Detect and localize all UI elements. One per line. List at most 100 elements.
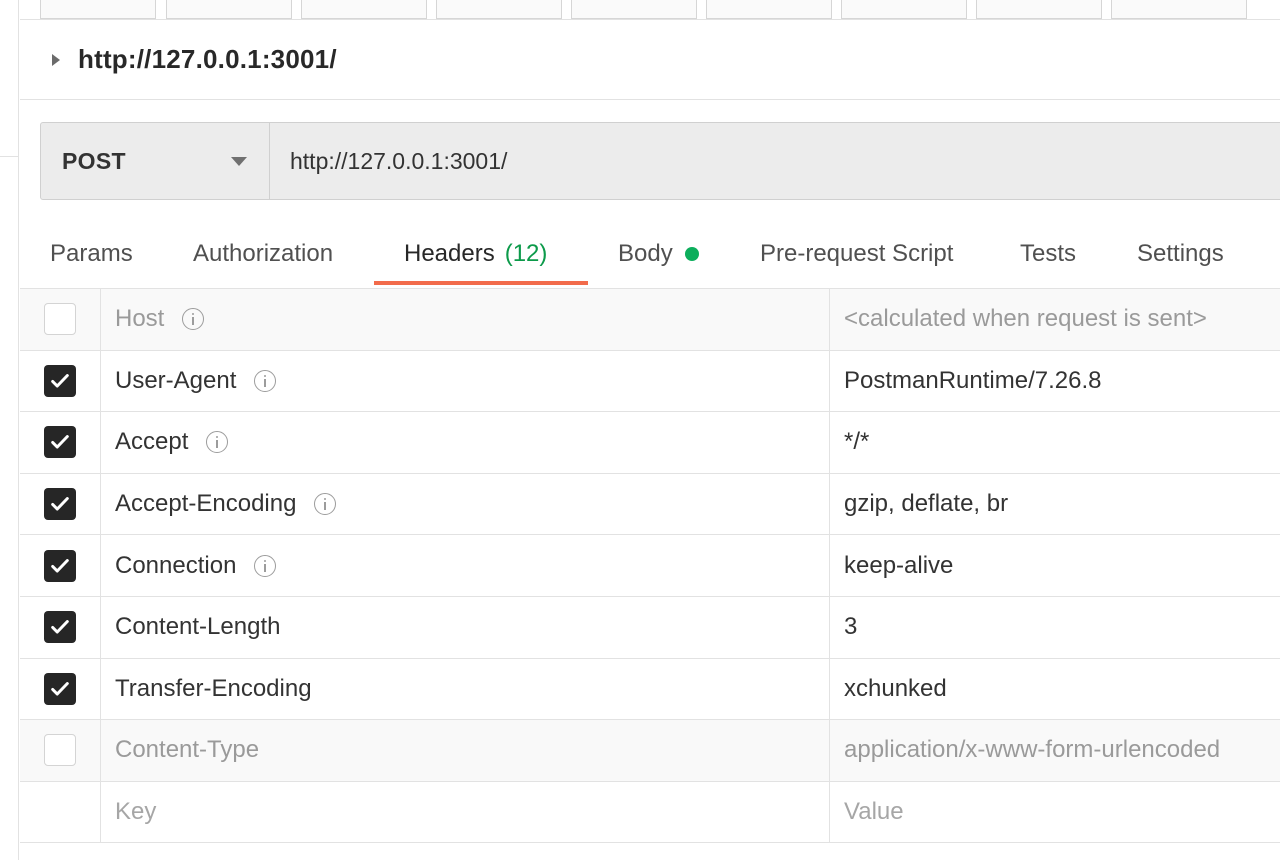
info-icon[interactable]	[254, 369, 277, 392]
method-select[interactable]: POST	[41, 123, 270, 199]
request-tab[interactable]	[1111, 0, 1247, 19]
header-key-cell[interactable]: Accept	[101, 412, 830, 473]
active-tab-indicator	[374, 281, 588, 285]
tab-label: Authorization	[193, 240, 334, 267]
header-value: xchunked	[844, 674, 947, 702]
header-key-cell[interactable]: Content-Type	[101, 720, 830, 781]
header-key: User-Agent	[115, 366, 237, 394]
checkmark-icon	[51, 435, 69, 449]
tab-label: Tests	[1020, 240, 1077, 267]
new-key-input[interactable]: Key	[101, 781, 830, 843]
info-icon[interactable]	[314, 493, 337, 516]
tab-body[interactable]: Body	[618, 222, 699, 286]
header-key-cell[interactable]: Host	[101, 289, 830, 350]
header-row: Accept */*	[20, 412, 1280, 474]
tab-label: Params	[50, 240, 133, 267]
header-key-cell[interactable]: Content-Length	[101, 596, 830, 658]
checkbox-cell	[20, 781, 101, 843]
chevron-down-icon	[231, 156, 247, 166]
checkmark-icon	[51, 497, 69, 511]
header-key: Accept	[115, 428, 189, 456]
header-value: 3	[844, 613, 858, 641]
checkbox-checked[interactable]	[44, 426, 76, 459]
request-title: http://127.0.0.1:3001/	[78, 44, 337, 74]
header-row: User-Agent PostmanRuntime/7.26.8	[20, 350, 1280, 413]
checkbox-unchecked[interactable]	[44, 734, 76, 767]
divider	[0, 156, 19, 157]
sidebar-edge	[0, 0, 19, 860]
header-key-cell[interactable]: User-Agent	[101, 350, 830, 412]
request-name-row[interactable]: http://127.0.0.1:3001/	[20, 20, 1280, 100]
checkmark-icon	[51, 681, 69, 696]
tab-label: Pre-request Script	[760, 240, 954, 267]
method-label: POST	[62, 147, 126, 174]
request-tab[interactable]	[40, 0, 156, 19]
checkbox-checked[interactable]	[44, 488, 76, 521]
header-value-cell[interactable]: application/x-www-form-urlencoded	[830, 720, 1280, 781]
checkmark-icon	[51, 373, 69, 388]
checkbox-cell	[20, 350, 101, 412]
request-tab[interactable]	[571, 0, 697, 19]
header-value-cell[interactable]: */*	[830, 412, 1280, 473]
request-tab[interactable]	[301, 0, 427, 19]
header-value-cell[interactable]: xchunked	[830, 659, 1280, 720]
header-value-cell[interactable]: 3	[830, 597, 1280, 658]
tab-tests[interactable]: Tests	[1020, 222, 1076, 286]
request-tab[interactable]	[976, 0, 1102, 19]
tab-headers[interactable]: Headers (12)	[404, 222, 547, 286]
checkbox-cell	[20, 289, 101, 350]
request-tab[interactable]	[436, 0, 562, 19]
key-placeholder: Key	[115, 798, 157, 826]
info-icon[interactable]	[254, 554, 277, 577]
tab-pre-request-script[interactable]: Pre-request Script	[760, 222, 953, 286]
request-tab[interactable]	[166, 0, 292, 19]
checkmark-icon	[51, 558, 69, 573]
checkbox-cell	[20, 596, 101, 658]
info-icon[interactable]	[206, 431, 229, 454]
request-tab[interactable]	[706, 0, 832, 19]
value-placeholder: Value	[844, 798, 904, 826]
checkbox-checked[interactable]	[44, 549, 76, 582]
url-bar: POST	[40, 122, 1280, 200]
checkbox-cell	[20, 473, 101, 535]
header-value: keep-alive	[844, 551, 954, 579]
checkbox-cell	[20, 658, 101, 720]
header-value-cell[interactable]: gzip, deflate, br	[830, 474, 1280, 535]
header-row: Connection keep-alive	[20, 535, 1280, 597]
header-key-cell[interactable]: Connection	[101, 535, 830, 596]
header-row: Accept-Encoding gzip, deflate, br	[20, 473, 1280, 536]
header-row: Host <calculated when request is sent>	[20, 289, 1280, 351]
checkbox-cell	[20, 720, 101, 781]
header-value-cell[interactable]: <calculated when request is sent>	[830, 289, 1280, 350]
url-input[interactable]	[270, 123, 1280, 199]
header-value-cell[interactable]: PostmanRuntime/7.26.8	[830, 351, 1280, 412]
tab-settings[interactable]: Settings	[1137, 222, 1224, 286]
new-header-row: Key Value	[20, 781, 1280, 844]
header-key-cell[interactable]: Accept-Encoding	[101, 473, 830, 535]
header-key: Transfer-Encoding	[115, 674, 312, 702]
expand-caret-icon[interactable]	[52, 53, 60, 66]
checkbox-unchecked[interactable]	[44, 303, 76, 336]
header-key: Host	[115, 305, 165, 333]
tab-label: Headers	[404, 240, 495, 267]
checkbox-checked[interactable]	[44, 672, 76, 705]
body-indicator-dot-icon	[684, 247, 699, 261]
header-row: Content-Type application/x-www-form-urlen…	[20, 720, 1280, 782]
new-value-input[interactable]: Value	[830, 782, 1280, 843]
header-value-cell[interactable]: keep-alive	[830, 535, 1280, 596]
header-value: PostmanRuntime/7.26.8	[844, 366, 1102, 394]
checkbox-checked[interactable]	[44, 611, 76, 644]
header-key-cell[interactable]: Transfer-Encoding	[101, 658, 830, 720]
tab-label: Body	[618, 240, 673, 267]
tab-authorization[interactable]: Authorization	[193, 222, 333, 286]
tab-params[interactable]: Params	[50, 222, 133, 286]
header-count-badge: (12)	[504, 240, 548, 267]
header-key: Content-Length	[115, 613, 281, 641]
checkmark-icon	[51, 620, 69, 634]
info-icon[interactable]	[182, 308, 205, 331]
request-tab-strip	[20, 0, 1280, 20]
tab-label: Settings	[1137, 240, 1224, 267]
checkbox-checked[interactable]	[44, 364, 76, 397]
request-tab[interactable]	[841, 0, 967, 19]
header-key: Content-Type	[115, 736, 260, 764]
